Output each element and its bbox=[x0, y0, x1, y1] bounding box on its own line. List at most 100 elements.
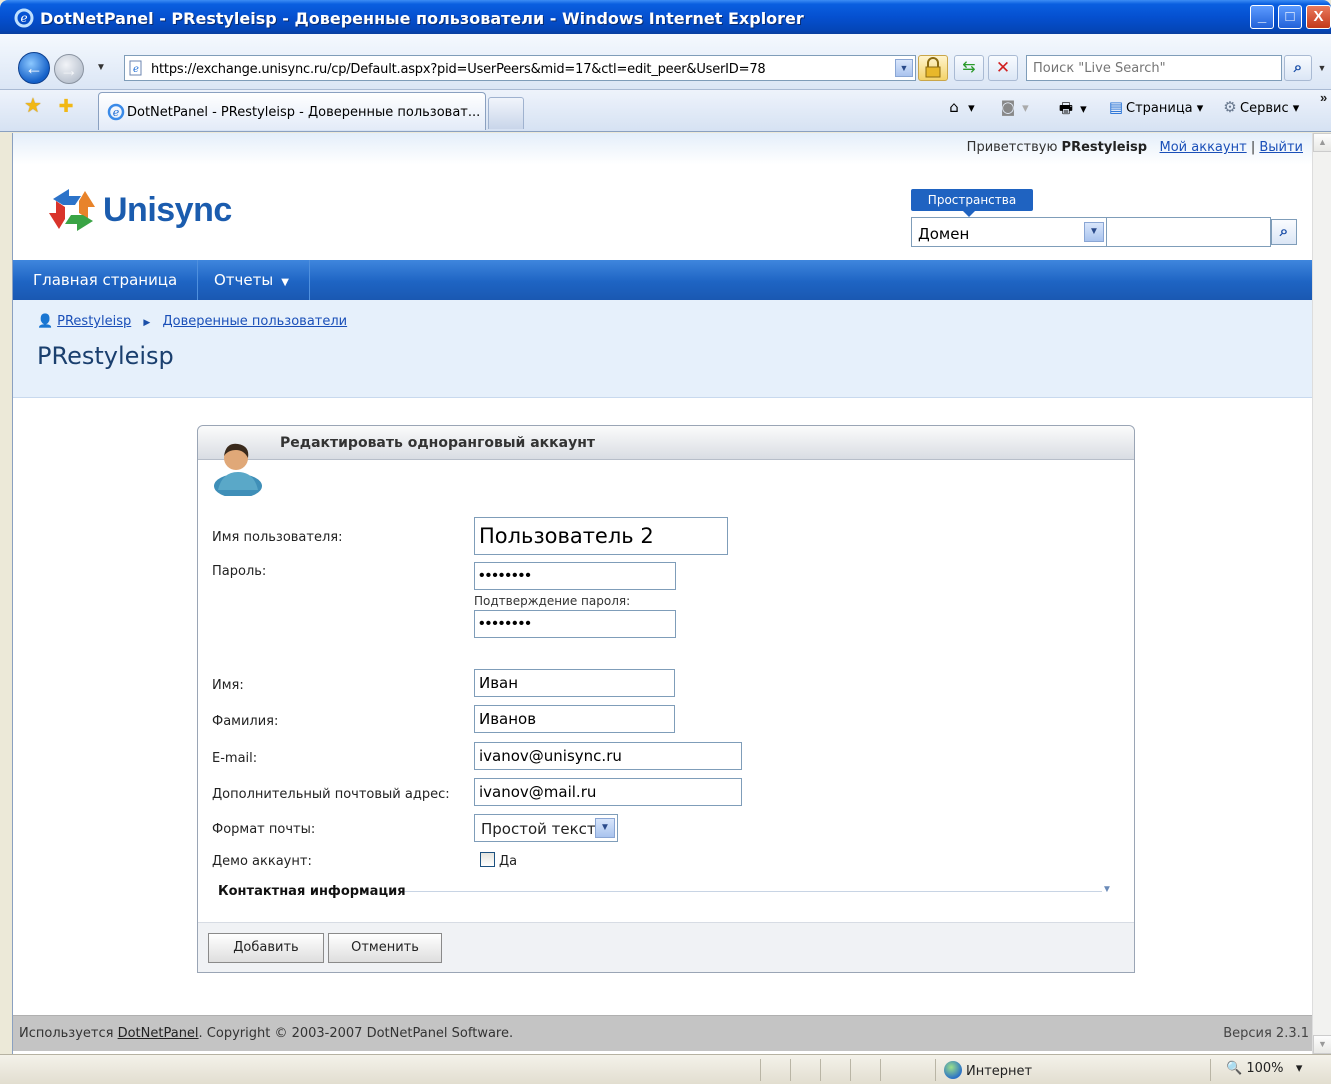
greeting-prefix: Приветствую bbox=[966, 140, 1058, 155]
lock-icon bbox=[925, 57, 941, 78]
menu-home[interactable]: Главная страница bbox=[13, 260, 199, 300]
email-field[interactable] bbox=[474, 742, 742, 770]
security-zone[interactable]: Интернет bbox=[944, 1061, 1032, 1079]
footer-dotnetpanel-link[interactable]: DotNetPanel bbox=[118, 1026, 199, 1041]
back-button[interactable]: ← bbox=[18, 52, 50, 84]
home-icon: ⌂ bbox=[949, 98, 959, 116]
form-button-bar: Добавить Отменить bbox=[198, 922, 1134, 972]
menu-home-label: Главная страница bbox=[33, 271, 178, 289]
domain-select[interactable]: Домен ▼ bbox=[911, 217, 1107, 247]
zone-label: Интернет bbox=[966, 1064, 1033, 1079]
tab-ie-icon: e bbox=[107, 103, 125, 121]
panel-header: Редактировать одноранговый аккаунт bbox=[198, 426, 1134, 460]
search-options-dropdown-icon[interactable]: ▼ bbox=[1314, 55, 1330, 81]
menu-reports[interactable]: Отчеты ▼ bbox=[194, 260, 310, 300]
chevron-down-icon: ▼ bbox=[281, 277, 289, 288]
svg-text:e: e bbox=[133, 64, 139, 75]
panel-title: Редактировать одноранговый аккаунт bbox=[280, 435, 596, 451]
demo-checkbox-label[interactable]: Да bbox=[499, 854, 517, 869]
mail-format-value: Простой текст bbox=[481, 820, 596, 838]
my-account-link[interactable]: Мой аккаунт bbox=[1160, 140, 1247, 155]
chevron-down-icon: ▼ bbox=[1084, 222, 1104, 242]
history-dropdown-icon[interactable]: ▼ bbox=[96, 62, 106, 73]
contact-divider bbox=[402, 891, 1102, 892]
live-search-input[interactable] bbox=[1027, 56, 1281, 80]
add-favorites-icon[interactable]: ✚ bbox=[55, 95, 77, 117]
status-divider bbox=[850, 1059, 851, 1081]
more-commands-icon[interactable]: » bbox=[1320, 90, 1327, 105]
zoom-control[interactable]: 🔍 100% ▾ bbox=[1226, 1061, 1302, 1076]
password-field[interactable]: •••••••• bbox=[474, 562, 676, 590]
tab-label: DotNetPanel - PRestyleisp - Доверенные п… bbox=[127, 105, 481, 120]
footer-prefix: Используется bbox=[19, 1026, 114, 1041]
mail-format-select[interactable]: Простой текст ▼ bbox=[474, 814, 618, 842]
close-button[interactable]: X bbox=[1306, 5, 1331, 29]
refresh-button[interactable]: ⇆ bbox=[954, 55, 984, 81]
new-tab-button[interactable] bbox=[488, 97, 524, 129]
status-divider bbox=[790, 1059, 791, 1081]
breadcrumb-section[interactable]: Доверенные пользователи bbox=[162, 314, 347, 329]
home-button[interactable]: ⌂ ▾ bbox=[944, 98, 974, 120]
maximize-button[interactable]: □ bbox=[1278, 5, 1302, 29]
tools-gear-icon: ⚙ bbox=[1223, 98, 1237, 116]
refresh-icon: ⇆ bbox=[962, 59, 976, 76]
svg-text:e: e bbox=[113, 106, 120, 119]
menu-reports-label: Отчеты bbox=[214, 271, 274, 289]
status-divider bbox=[820, 1059, 821, 1081]
logo-text: Unisync bbox=[103, 191, 232, 229]
main-menu: Главная страница Отчеты ▼ bbox=[13, 260, 1312, 300]
print-icon: 🖶 bbox=[1058, 99, 1074, 117]
globe-icon bbox=[944, 1061, 962, 1079]
page-viewport: Приветствую PRestyleisp Мой аккаунт | Вы… bbox=[12, 133, 1312, 1054]
stop-button[interactable]: ✕ bbox=[988, 55, 1018, 81]
chevron-down-icon: ▼ bbox=[595, 818, 615, 838]
lock-button[interactable] bbox=[918, 55, 948, 81]
status-divider bbox=[935, 1059, 936, 1081]
demo-account-label: Демо аккаунт: bbox=[212, 854, 312, 869]
spaces-badge[interactable]: Пространства bbox=[911, 189, 1033, 217]
window-title-bar: e DotNetPanel - PRestyleisp - Доверенные… bbox=[0, 0, 1331, 34]
scroll-down-icon[interactable]: ▼ bbox=[1313, 1035, 1331, 1054]
tab-dotnetpanel[interactable]: e DotNetPanel - PRestyleisp - Доверенные… bbox=[98, 92, 486, 130]
cancel-button[interactable]: Отменить bbox=[328, 933, 442, 963]
add-button[interactable]: Добавить bbox=[208, 933, 324, 963]
site-header: Приветствую PRestyleisp Мой аккаунт | Вы… bbox=[13, 133, 1312, 259]
feeds-button[interactable]: ◙ ▾ bbox=[998, 98, 1029, 120]
print-button[interactable]: 🖶 ▾ bbox=[1056, 98, 1087, 120]
breadcrumb-user[interactable]: PRestyleisp bbox=[57, 314, 131, 329]
vertical-scrollbar[interactable]: ▲ ▼ bbox=[1312, 133, 1331, 1054]
svg-text:e: e bbox=[20, 11, 27, 25]
minimize-button[interactable]: _ bbox=[1250, 5, 1274, 29]
rss-icon: ◙ bbox=[1000, 98, 1016, 116]
forward-button[interactable]: → bbox=[54, 54, 84, 84]
logout-link[interactable]: Выйти bbox=[1259, 140, 1303, 155]
username-field[interactable] bbox=[474, 517, 728, 555]
scroll-up-icon[interactable]: ▲ bbox=[1313, 133, 1331, 152]
page-footer: Используется DotNetPanel. Copyright © 20… bbox=[13, 1015, 1312, 1051]
tools-menu-label: Сервис bbox=[1240, 101, 1289, 116]
back-icon: ← bbox=[25, 58, 43, 78]
confirm-password-field[interactable]: •••••••• bbox=[474, 610, 676, 638]
address-bar[interactable]: e https://exchange.unisync.ru/cp/Default… bbox=[124, 55, 916, 81]
domain-select-value: Домен bbox=[918, 225, 970, 243]
expand-arrow-icon[interactable]: ▼ bbox=[1102, 884, 1112, 895]
live-search-button[interactable]: ⌕ bbox=[1284, 55, 1312, 81]
tools-menu[interactable]: ⚙ Сервис ▾ bbox=[1220, 98, 1299, 120]
status-bar: Интернет 🔍 100% ▾ bbox=[0, 1054, 1331, 1084]
page-menu-label: Страница bbox=[1126, 101, 1193, 116]
secondary-email-field[interactable] bbox=[474, 778, 742, 806]
domain-search-input[interactable] bbox=[1107, 217, 1271, 247]
domain-search-button[interactable]: ⌕ bbox=[1271, 219, 1297, 245]
last-name-field[interactable] bbox=[474, 705, 675, 733]
demo-account-checkbox[interactable] bbox=[480, 852, 495, 867]
favorites-star-icon[interactable]: ★ bbox=[22, 95, 44, 117]
user-icon: 👤 bbox=[37, 314, 54, 329]
address-dropdown-icon[interactable]: ▼ bbox=[895, 59, 913, 77]
first-name-field[interactable] bbox=[474, 669, 675, 697]
last-name-label: Фамилия: bbox=[212, 714, 279, 729]
first-name-label: Имя: bbox=[212, 678, 244, 693]
contact-info-toggle[interactable]: Контактная информация bbox=[218, 884, 406, 899]
unisync-logo-icon[interactable] bbox=[43, 181, 103, 237]
live-search-box[interactable] bbox=[1026, 55, 1282, 81]
page-menu[interactable]: ▤ Страница ▾ bbox=[1106, 98, 1203, 120]
